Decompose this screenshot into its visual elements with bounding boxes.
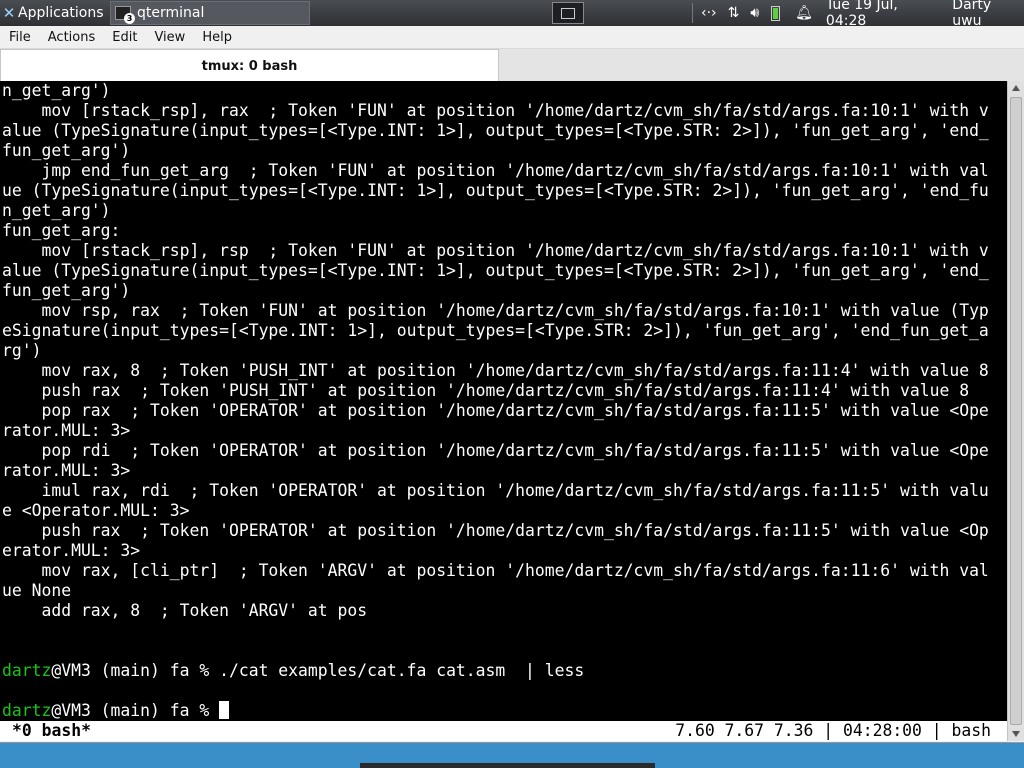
terminal-line: push rax ; Token 'PUSH_INT' at position … — [2, 381, 970, 400]
scrollbar-thumb[interactable] — [1010, 97, 1022, 725]
applications-label: Applications — [18, 5, 104, 21]
terminal-scrollbar[interactable] — [1007, 81, 1024, 741]
terminal-line: fun_get_arg: — [2, 221, 121, 240]
menu-actions[interactable]: Actions — [39, 30, 104, 45]
network-icon[interactable]: ‹·› — [701, 5, 717, 21]
tab-bar: tmux: 0 bash — [0, 49, 1024, 82]
prompt-command: @VM3 (main) fa % ./cat examples/cat.fa c… — [51, 661, 585, 680]
terminal-line: n_get_arg') — [2, 81, 111, 100]
terminal-icon: 3 — [115, 6, 135, 24]
tray-separator — [692, 3, 693, 23]
menu-file[interactable]: File — [0, 30, 39, 45]
terminal-line: fun_get_arg') — [2, 141, 131, 160]
terminal-line: alue (TypeSignature(input_types=[<Type.I… — [2, 261, 989, 280]
battery-level — [773, 8, 779, 19]
tmux-window-label: *0 bash* — [12, 721, 91, 740]
prompt-user: dartz — [2, 701, 52, 720]
battery-icon[interactable] — [771, 5, 781, 21]
menu-edit[interactable]: Edit — [103, 30, 145, 45]
transfer-icon[interactable]: ⇅ — [728, 5, 740, 21]
terminal-line: rator.MUL: 3> — [2, 421, 131, 440]
scroll-up-arrow-icon[interactable] — [1012, 85, 1020, 91]
terminal-line: mov rax, [cli_ptr] ; Token 'ARGV' at pos… — [2, 561, 989, 580]
system-tray: ‹·› ⇅ 🔊︎ 🔔︎ Tue 19 Jul, 04:28 Darty uwu — [692, 0, 1024, 29]
terminal-line: mov [rstack_rsp], rsp ; Token 'FUN' at p… — [2, 241, 989, 260]
terminal-line: pop rdi ; Token 'OPERATOR' at position '… — [2, 441, 989, 460]
menu-help[interactable]: Help — [193, 30, 240, 45]
show-desktop-button[interactable] — [552, 2, 584, 24]
terminal-line: alue (TypeSignature(input_types=[<Type.I… — [2, 121, 989, 140]
applications-menu-button[interactable]: ✕ Applications — [0, 2, 104, 24]
terminal-line: e <Operator.MUL: 3> — [2, 501, 190, 520]
terminal-line: mov [rstack_rsp], rax ; Token 'FUN' at p… — [2, 101, 989, 120]
volume-icon[interactable]: 🔊︎ — [750, 5, 759, 21]
clock[interactable]: Tue 19 Jul, 04:28 — [826, 0, 941, 29]
prompt-command: @VM3 (main) fa % — [51, 701, 220, 720]
terminal-line: push rax ; Token 'OPERATOR' at position … — [2, 521, 989, 540]
terminal-line: jmp end_fun_get_arg ; Token 'FUN' at pos… — [2, 161, 989, 180]
qterminal-window: File Actions Edit View Help tmux: 0 bash… — [0, 26, 1024, 743]
terminal-line: add rax, 8 ; Token 'ARGV' at pos — [2, 601, 368, 620]
prompt-user: dartz — [2, 661, 52, 680]
terminal-line: eSignature(input_types=[<Type.INT: 1>], … — [2, 321, 989, 340]
applications-icon: ✕ — [2, 4, 16, 22]
terminal-line: mov rax, 8 ; Token 'PUSH_INT' at positio… — [2, 361, 989, 380]
window-count-badge: 3 — [124, 13, 135, 24]
top-panel: ✕ Applications 3 qterminal ‹·› ⇅ 🔊︎ 🔔︎ T… — [0, 0, 1024, 29]
tab-tmux[interactable]: tmux: 0 bash — [0, 49, 499, 82]
terminal-output: n_get_arg') mov [rstack_rsp], rax ; Toke… — [0, 81, 1007, 721]
terminal-line: mov rsp, rax ; Token 'FUN' at position '… — [2, 301, 989, 320]
scroll-down-arrow-icon[interactable] — [1012, 731, 1020, 737]
terminal-line: imul rax, rdi ; Token 'OPERATOR' at posi… — [2, 481, 989, 500]
terminal-line: n_get_arg') — [2, 201, 111, 220]
text-cursor — [219, 701, 230, 719]
tmux-status-bar: *0 bash* 7.60 7.67 7.36 | 04:28:00 | bas… — [0, 721, 1007, 741]
terminal-line: fun_get_arg') — [2, 281, 131, 300]
bottom-panel-strip — [360, 763, 655, 768]
terminal-line: rator.MUL: 3> — [2, 461, 131, 480]
terminal-line: erator.MUL: 3> — [2, 541, 141, 560]
menu-bar: File Actions Edit View Help — [0, 26, 1024, 49]
taskbar-item-label: qterminal — [137, 5, 205, 21]
notification-bell-icon[interactable]: 🔔︎ — [795, 5, 813, 21]
terminal-line: pop rax ; Token 'OPERATOR' at position '… — [2, 401, 989, 420]
terminal-line: ue (TypeSignature(input_types=[<Type.INT… — [2, 181, 989, 200]
show-desktop-icon — [561, 7, 575, 19]
taskbar-item-qterminal[interactable]: 3 qterminal — [110, 1, 310, 25]
terminal-line: ue None — [2, 581, 72, 600]
user-name[interactable]: Darty uwu — [952, 0, 1024, 29]
tmux-status-right: 7.60 7.67 7.36 | 04:28:00 | bash — [675, 721, 991, 740]
terminal-area[interactable]: n_get_arg') mov [rstack_rsp], rax ; Toke… — [0, 81, 1007, 741]
menu-view[interactable]: View — [145, 30, 193, 45]
terminal-line: rg') — [2, 341, 42, 360]
